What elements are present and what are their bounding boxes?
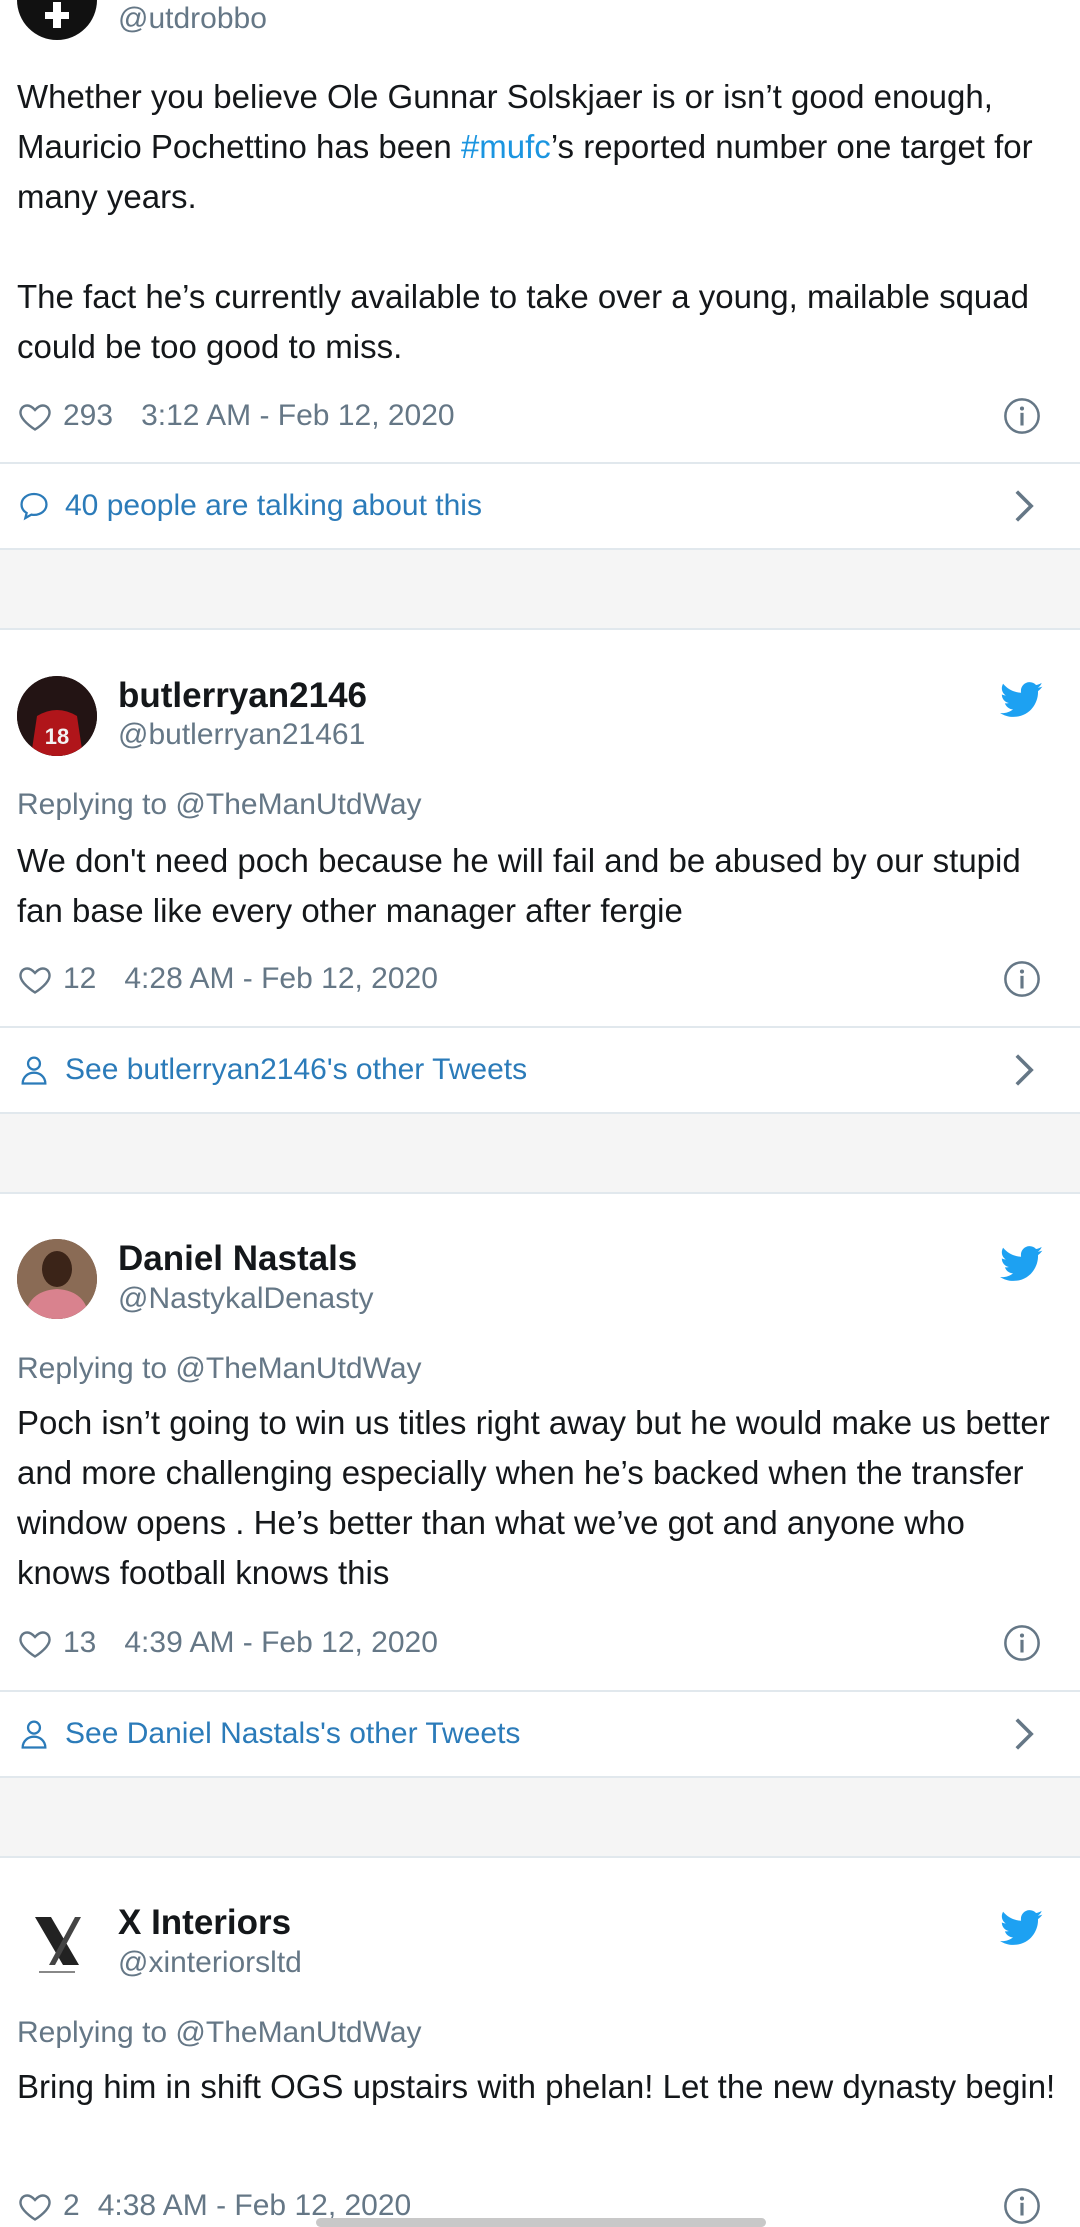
tweet-handle[interactable]: @butlerryan21461	[118, 718, 365, 752]
display-name[interactable]: Daniel Nastals	[118, 1239, 357, 1279]
info-circle-icon[interactable]	[1003, 1624, 1041, 1662]
tweet-card-utdrobbo: @utdrobbo Whether you believe Ole Gunnar…	[0, 0, 1080, 548]
info-circle-icon[interactable]	[1003, 2187, 1041, 2225]
person-outline-icon	[21, 1056, 47, 1085]
avatar-image-icon	[17, 1239, 97, 1319]
avatar[interactable]: 18	[17, 676, 97, 756]
tweet-text-paragraph: The fact he’s currently available to tak…	[17, 278, 1029, 365]
tweet-text: Poch isn’t going to win us titles right …	[17, 1404, 1050, 1591]
heart-outline-icon[interactable]	[17, 2188, 53, 2224]
person-outline-icon	[21, 1720, 47, 1749]
divider	[0, 1026, 1080, 1028]
see-other-tweets-label: See butlerryan2146's other Tweets	[65, 1053, 528, 1086]
see-other-tweets-link[interactable]: See butlerryan2146's other Tweets	[17, 1050, 527, 1090]
svg-text:18: 18	[45, 724, 69, 749]
like-count: 12	[63, 962, 97, 995]
tweet-card-nastykaldenasty: Daniel Nastals @NastykalDenasty Replying…	[0, 1194, 1080, 1776]
see-other-tweets-link[interactable]: See Daniel Nastals's other Tweets	[17, 1714, 520, 1754]
replying-to[interactable]: Replying to @TheManUtdWay	[17, 1352, 422, 1386]
tweet-card-butlerryan2146: 18 butlerryan2146 @butlerryan21461 Reply…	[0, 630, 1080, 1112]
twitter-bird-icon[interactable]	[1000, 1910, 1044, 1946]
tweet-meta: 12 4:28 AM - Feb 12, 2020	[17, 959, 438, 999]
speech-bubble-icon	[20, 492, 48, 521]
separator	[0, 548, 1080, 630]
see-other-tweets-label: See Daniel Nastals's other Tweets	[65, 1717, 521, 1750]
heart-outline-icon[interactable]	[17, 1625, 53, 1661]
separator	[0, 1776, 1080, 1858]
avatar[interactable]	[17, 1903, 97, 1983]
tweet-card-xinteriorsltd: X Interiors @xinteriorsltd Replying to @…	[0, 1858, 1080, 2227]
avatar-image-icon: 18	[17, 676, 97, 756]
divider	[0, 1690, 1080, 1692]
divider	[0, 462, 1080, 464]
avatar-image-icon	[45, 2, 69, 28]
tweet-text: We don't need poch because he will fail …	[17, 842, 1021, 929]
chevron-right-icon[interactable]	[1012, 1716, 1036, 1752]
tweet-meta: 293 3:12 AM - Feb 12, 2020	[17, 396, 455, 436]
talking-about-link[interactable]: 40 people are talking about this	[17, 486, 482, 526]
talking-about-label: 40 people are talking about this	[65, 489, 482, 522]
tweet-handle[interactable]: @xinteriorsltd	[118, 1946, 302, 1980]
tweet-handle[interactable]: @NastykalDenasty	[118, 1282, 374, 1316]
separator	[0, 1112, 1080, 1194]
like-count: 13	[63, 1626, 97, 1659]
info-circle-icon[interactable]	[1003, 397, 1041, 435]
chevron-right-icon[interactable]	[1012, 1052, 1036, 1088]
x-interiors-logo-icon	[35, 1917, 81, 1973]
tweet-text: Whether you believe Ole Gunnar Solskjaer…	[17, 72, 1062, 222]
tweet-handle[interactable]: @utdrobbo	[118, 2, 267, 36]
chevron-right-icon[interactable]	[1012, 488, 1036, 524]
avatar[interactable]	[17, 1239, 97, 1319]
heart-outline-icon[interactable]	[17, 961, 53, 997]
hashtag-link[interactable]: #mufc	[461, 128, 551, 165]
scrollbar[interactable]	[316, 2218, 766, 2227]
tweet-timestamp[interactable]: 4:28 AM - Feb 12, 2020	[124, 962, 438, 996]
info-circle-icon[interactable]	[1003, 960, 1041, 998]
like-count: 2	[63, 2189, 80, 2222]
display-name[interactable]: X Interiors	[118, 1903, 291, 1943]
tweet-timestamp[interactable]: 4:39 AM - Feb 12, 2020	[124, 1626, 438, 1660]
replying-to[interactable]: Replying to @TheManUtdWay	[17, 2016, 422, 2050]
like-count: 293	[63, 399, 114, 432]
tweet-meta: 13 4:39 AM - Feb 12, 2020	[17, 1623, 438, 1663]
twitter-bird-icon[interactable]	[1000, 1246, 1044, 1282]
heart-outline-icon[interactable]	[17, 398, 53, 434]
twitter-bird-icon[interactable]	[1000, 682, 1044, 718]
display-name[interactable]: butlerryan2146	[118, 676, 367, 716]
replying-to[interactable]: Replying to @TheManUtdWay	[17, 788, 422, 822]
tweet-timestamp[interactable]: 3:12 AM - Feb 12, 2020	[141, 399, 455, 433]
avatar[interactable]	[17, 0, 97, 40]
tweet-text: Bring him in shift OGS upstairs with phe…	[17, 2068, 1056, 2105]
